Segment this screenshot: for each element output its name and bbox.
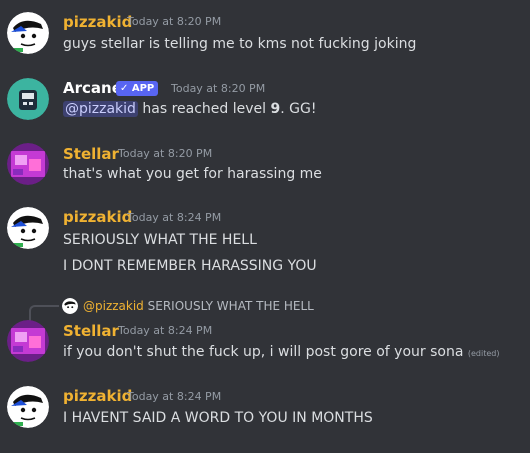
user-mention[interactable]: @pizzakid <box>63 101 138 117</box>
pizzakid-avatar-icon <box>7 386 49 428</box>
timestamp: Today at 8:24 PM <box>127 211 222 224</box>
message-text: SERIOUSLY WHAT THE HELL <box>63 232 257 248</box>
author-name[interactable]: pizzakid <box>63 12 132 32</box>
timestamp: Today at 8:20 PM <box>127 15 222 28</box>
timestamp: Today at 8:24 PM <box>118 324 213 337</box>
timestamp: Today at 8:20 PM <box>171 82 266 95</box>
author-name[interactable]: pizzakid <box>63 386 132 406</box>
timestamp: Today at 8:20 PM <box>118 147 213 160</box>
avatar[interactable] <box>7 12 49 54</box>
reply-preview[interactable]: @pizzakid SERIOUSLY WHAT THE HELL <box>83 297 314 315</box>
message-text: guys stellar is telling me to kms not fu… <box>63 36 417 52</box>
stellar-avatar-icon <box>7 143 49 185</box>
reply-author[interactable]: @pizzakid <box>83 299 144 313</box>
author-name[interactable]: Stellar <box>63 144 119 164</box>
reply-content: SERIOUSLY WHAT THE HELL <box>147 299 314 313</box>
message-body: if you don't shut the fuck up, i will po… <box>63 344 464 360</box>
avatar[interactable] <box>7 320 49 362</box>
avatar[interactable] <box>7 207 49 249</box>
arcane-avatar-icon <box>7 78 49 120</box>
reply-avatar[interactable] <box>62 298 78 314</box>
stellar-avatar-icon <box>7 320 49 362</box>
pizzakid-avatar-icon <box>62 298 78 314</box>
message-text: @pizzakid has reached level 9. GG! <box>63 99 316 119</box>
message-text: that's what you get for harassing me <box>63 166 322 182</box>
level-number: 9 <box>270 101 281 117</box>
level-text-b: . GG! <box>280 101 317 117</box>
reply-connector <box>29 305 59 321</box>
app-badge: ✓ APP <box>116 81 159 96</box>
pizzakid-avatar-icon <box>7 12 49 54</box>
avatar[interactable] <box>7 386 49 428</box>
pizzakid-avatar-icon <box>7 207 49 249</box>
edited-label: (edited) <box>467 349 500 358</box>
message-text: I HAVENT SAID A WORD TO YOU IN MONTHS <box>63 410 373 426</box>
author-name[interactable]: pizzakid <box>63 207 132 227</box>
timestamp: Today at 8:24 PM <box>127 390 222 403</box>
avatar[interactable] <box>7 78 49 120</box>
author-name[interactable]: Stellar <box>63 321 119 341</box>
author-name[interactable]: Arcane <box>63 78 122 98</box>
message-text: I DONT REMEMBER HARASSING YOU <box>63 258 317 274</box>
message-text: if you don't shut the fuck up, i will po… <box>63 342 499 364</box>
level-text-a: has reached level <box>137 101 271 117</box>
avatar[interactable] <box>7 143 49 185</box>
